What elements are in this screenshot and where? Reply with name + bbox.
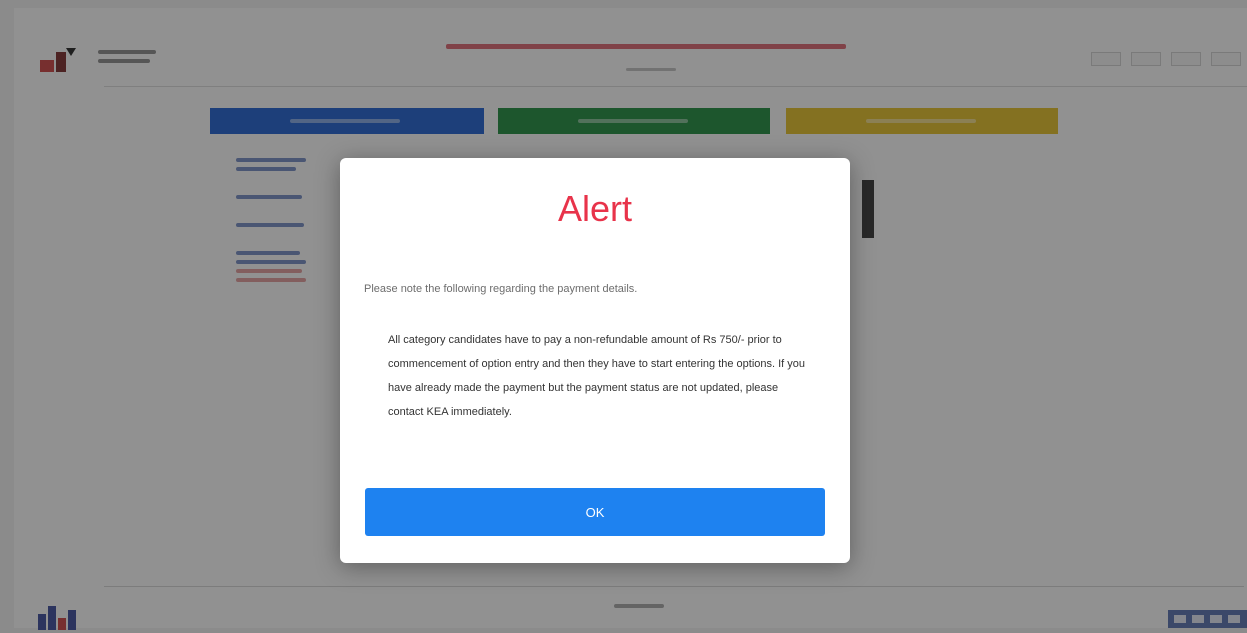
alert-dialog: Alert Please note the following regardin… [340, 158, 850, 563]
alert-message: All category candidates have to pay a no… [388, 334, 806, 418]
alert-title: Alert [557, 188, 633, 229]
ok-button[interactable]: OK [365, 488, 825, 536]
screen: Alert Please note the following regardin… [0, 0, 1247, 633]
alert-intro-text: Please note the following regarding the … [364, 283, 638, 295]
